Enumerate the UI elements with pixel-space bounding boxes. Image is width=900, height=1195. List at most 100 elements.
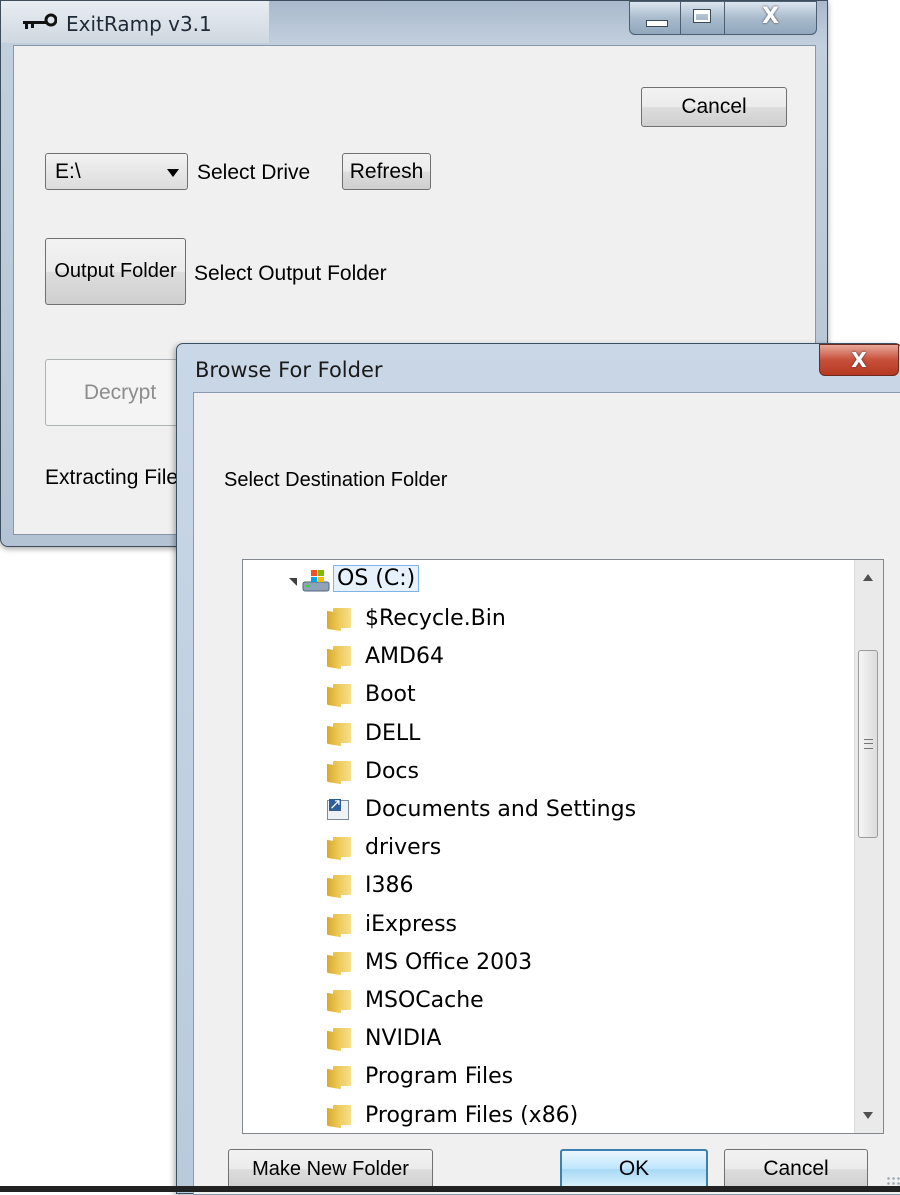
- cancel-button-label: Cancel: [681, 95, 747, 118]
- tree-item-label: drivers: [365, 835, 442, 861]
- folder-icon: [327, 1104, 351, 1128]
- tree-item-label: Program Files (x86): [365, 1102, 579, 1128]
- expand-arrow-icon[interactable]: [309, 994, 318, 1008]
- minimize-icon: [646, 20, 668, 27]
- tree-item-label: MS Office 2003: [365, 949, 533, 975]
- folder-icon: [327, 684, 351, 708]
- tree-item[interactable]: $Recycle.Bin: [243, 602, 843, 638]
- expand-arrow-icon[interactable]: [309, 1032, 318, 1047]
- tree-item-label: $Recycle.Bin: [365, 606, 506, 631]
- scroll-up-icon[interactable]: [863, 574, 873, 581]
- ok-button-label: OK: [618, 1157, 650, 1180]
- expand-arrow-icon[interactable]: [309, 650, 318, 665]
- tree-item[interactable]: DELL: [243, 717, 843, 753]
- expand-arrow-icon[interactable]: [309, 688, 318, 703]
- close-icon: X: [762, 4, 779, 29]
- dialog-cancel-label: Cancel: [763, 1157, 829, 1180]
- folder-icon: [327, 1066, 351, 1090]
- folder-icon: [327, 722, 351, 746]
- main-title-bar[interactable]: ExitRamp v3.1 X: [1, 1, 827, 43]
- tree-item-label: Docs: [365, 758, 419, 784]
- expand-arrow-icon[interactable]: [309, 1108, 318, 1123]
- folder-icon: [327, 913, 351, 937]
- close-button[interactable]: X: [725, 1, 817, 35]
- tree-root-row[interactable]: OS (C:): [243, 564, 843, 600]
- drive-icon: [302, 570, 330, 592]
- dialog-prompt: Select Destination Folder: [224, 469, 448, 491]
- dialog-close-button[interactable]: X: [819, 344, 899, 376]
- ok-button[interactable]: OK: [560, 1149, 708, 1189]
- tree-item-label: Program Files: [365, 1064, 514, 1090]
- expand-arrow-icon[interactable]: [309, 955, 318, 970]
- tree-item-label: iExpress: [365, 911, 458, 937]
- vertical-scrollbar[interactable]: [854, 560, 883, 1133]
- tree-item-label: MSOCache: [365, 988, 484, 1013]
- taskbar-edge: [0, 1186, 900, 1192]
- tree-item[interactable]: Program Files: [243, 1060, 843, 1096]
- tree-item[interactable]: drivers: [243, 831, 843, 867]
- chevron-down-icon: [167, 169, 179, 177]
- tree-root-label: OS (C:): [333, 565, 420, 592]
- cancel-button[interactable]: Cancel: [641, 87, 787, 127]
- make-new-folder-label: Make New Folder: [252, 1158, 409, 1180]
- expand-arrow-icon[interactable]: [309, 879, 318, 894]
- tree-item[interactable]: AMD64: [243, 640, 843, 676]
- expand-arrow-icon[interactable]: [309, 764, 318, 779]
- tree-item[interactable]: Program Files (x86): [243, 1099, 843, 1133]
- close-icon: X: [851, 348, 867, 372]
- dialog-title: Browse For Folder: [195, 358, 383, 382]
- shortcut-folder-icon: [327, 799, 349, 820]
- folder-icon: [327, 951, 351, 976]
- expand-arrow-icon[interactable]: [309, 1070, 318, 1085]
- tree-item-label: DELL: [365, 720, 421, 746]
- tree-item-label: Documents and Settings: [365, 797, 637, 822]
- tree-item[interactable]: MS Office 2003: [243, 946, 843, 982]
- folder-icon: [327, 837, 351, 861]
- collapse-arrow-icon[interactable]: [289, 578, 297, 586]
- tree-item[interactable]: I386: [243, 869, 843, 905]
- refresh-button-label: Refresh: [349, 160, 424, 183]
- folder-icon: [327, 990, 351, 1014]
- tree-item-label: AMD64: [365, 644, 444, 670]
- tree-item[interactable]: Boot: [243, 678, 843, 714]
- select-drive-label: Select Drive: [197, 161, 311, 184]
- folder-icon: [327, 1028, 351, 1052]
- maximize-button[interactable]: [681, 1, 725, 35]
- tree-item[interactable]: Docs: [243, 755, 843, 791]
- expand-arrow-icon[interactable]: [309, 612, 318, 626]
- folder-icon: [327, 760, 351, 785]
- minimize-button[interactable]: [629, 1, 681, 35]
- tree-item[interactable]: iExpress: [243, 908, 843, 944]
- caption-buttons: X: [629, 1, 817, 35]
- status-text: Extracting File: [45, 466, 179, 489]
- dialog-cancel-button[interactable]: Cancel: [724, 1149, 868, 1189]
- output-folder-button-label: Output Folder: [54, 260, 177, 282]
- scrollbar-thumb[interactable]: [858, 650, 878, 838]
- tree-item-label: I386: [365, 873, 414, 899]
- select-output-folder-label: Select Output Folder: [194, 262, 387, 285]
- make-new-folder-button[interactable]: Make New Folder: [228, 1149, 433, 1189]
- browse-for-folder-dialog: Browse For Folder X Select Destination F…: [176, 343, 900, 1195]
- maximize-icon: [693, 9, 711, 23]
- expand-arrow-icon[interactable]: [309, 841, 318, 856]
- folder-icon: [327, 646, 351, 670]
- drive-select[interactable]: E:\: [45, 153, 188, 190]
- tree-item[interactable]: Documents and Settings: [243, 793, 843, 829]
- output-folder-button[interactable]: Output Folder: [45, 238, 186, 305]
- folder-icon: [327, 875, 351, 899]
- expand-arrow-icon[interactable]: [309, 803, 318, 817]
- tree-item[interactable]: MSOCache: [243, 984, 843, 1020]
- folder-icon: [327, 608, 351, 632]
- refresh-button[interactable]: Refresh: [342, 153, 431, 190]
- grip-icon: [864, 739, 873, 749]
- tree-item[interactable]: NVIDIA: [243, 1022, 843, 1058]
- decrypt-button[interactable]: Decrypt: [45, 359, 195, 426]
- scroll-down-icon[interactable]: [863, 1112, 873, 1119]
- drive-select-value: E:\: [55, 160, 81, 183]
- decrypt-button-label: Decrypt: [83, 381, 157, 404]
- key-icon: [23, 13, 57, 29]
- dialog-client-area: Select Destination Folder OS (C:) $Recyc…: [193, 392, 900, 1195]
- tree-item-label: Boot: [365, 682, 416, 708]
- folder-tree[interactable]: OS (C:) $Recycle.Bin AMD64 Boot DELL Docs Doc…: [242, 559, 884, 1134]
- tree-item-label: NVIDIA: [365, 1026, 442, 1052]
